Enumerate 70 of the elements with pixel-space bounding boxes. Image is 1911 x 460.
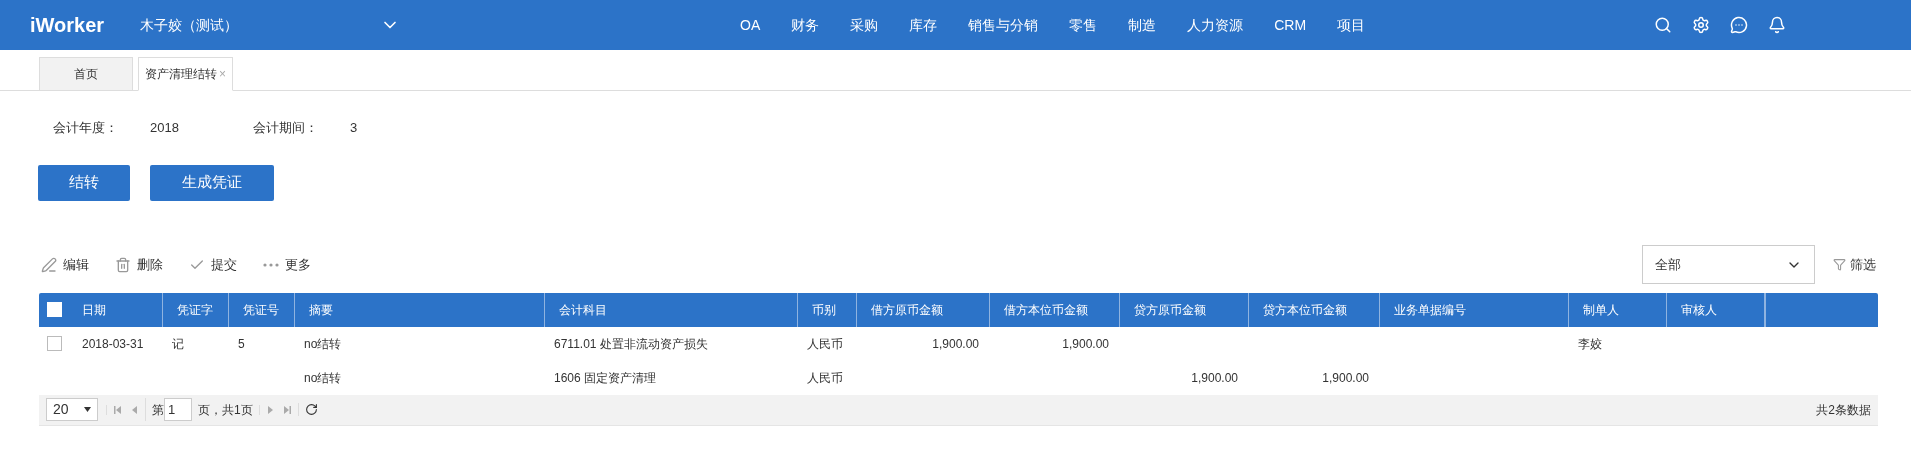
nav-item[interactable]: 财务 (791, 14, 820, 36)
nav-item[interactable]: CRM (1274, 14, 1307, 36)
page-input[interactable]: 1 (164, 398, 192, 421)
nav-item[interactable]: 人力资源 (1187, 14, 1244, 36)
settings-icon[interactable] (1692, 16, 1710, 34)
column-header[interactable]: 凭证字 (177, 300, 213, 319)
checkbox[interactable] (47, 336, 62, 351)
toolbar-button[interactable]: 编辑 (41, 254, 89, 275)
total-count: 共2条数据 (1816, 401, 1871, 419)
toolbar-button[interactable]: 更多 (263, 254, 311, 275)
company-name[interactable]: 木子姣（测试） (140, 14, 380, 36)
table-cell-text: 1,900.00 (1062, 335, 1109, 353)
table-cell-text: 人民币 (807, 335, 843, 353)
table-cell-text: 1,900.00 (932, 335, 979, 353)
chat-icon[interactable] (1730, 16, 1748, 34)
field-label: 会计期间： (253, 119, 319, 137)
filter-icon (1833, 258, 1846, 271)
column-header[interactable]: 会计科目 (559, 300, 607, 319)
toolbar-button[interactable]: 删除 (115, 254, 163, 275)
table-cell-text: 5 (238, 335, 245, 353)
close-icon[interactable]: × (219, 65, 226, 83)
status-select[interactable]: 全部 (1642, 245, 1815, 284)
column-header[interactable]: 制单人 (1583, 300, 1619, 319)
tab[interactable]: 资产清理结转 × (138, 57, 233, 91)
column-header[interactable]: 业务单据编号 (1394, 300, 1466, 319)
app-logo[interactable]: iWorker (30, 10, 140, 40)
nav-item[interactable]: 项目 (1337, 14, 1366, 36)
refresh-icon[interactable] (304, 403, 318, 416)
column-header[interactable]: 贷方本位币金额 (1263, 300, 1347, 319)
search-icon[interactable] (1654, 16, 1672, 34)
field-value: 3 (350, 119, 358, 137)
table-cell-text: 人民币 (807, 369, 843, 387)
pencil-icon (41, 256, 57, 273)
table-cell-text: 1,900.00 (1322, 369, 1369, 387)
table-cell-text: 记 (172, 335, 184, 353)
toolbar-button[interactable]: 提交 (189, 254, 237, 275)
table-cell-text: 2018-03-31 (82, 335, 144, 353)
field-value: 2018 (150, 119, 179, 137)
table-cell-text: 1,900.00 (1191, 369, 1238, 387)
table-cell-text: no结转 (304, 369, 342, 387)
table-cell-text: 6711.01 处置非流动资产损失 (554, 335, 708, 353)
action-button[interactable]: 生成凭证 (150, 164, 274, 201)
column-header[interactable]: 贷方原币金额 (1134, 300, 1206, 319)
page-label: 第 (152, 401, 164, 419)
page-count: 页，共1页 (198, 401, 253, 419)
column-header[interactable]: 摘要 (309, 300, 333, 319)
more-icon (263, 262, 279, 267)
bell-icon[interactable] (1768, 16, 1786, 34)
nav-item[interactable]: 制造 (1128, 14, 1157, 36)
column-header[interactable]: 借方原币金额 (871, 300, 943, 319)
column-header[interactable]: 审核人 (1681, 300, 1717, 319)
action-button[interactable]: 结转 (38, 164, 130, 201)
column-header[interactable]: 日期 (82, 300, 106, 319)
nav-item[interactable]: 库存 (909, 14, 938, 36)
trash-icon (115, 256, 131, 273)
column-header[interactable]: 借方本位币金额 (1004, 300, 1088, 319)
table-cell-text: 李姣 (1578, 335, 1602, 353)
column-header[interactable]: 凭证号 (243, 300, 279, 319)
filter-button[interactable]: 筛选 (1833, 254, 1876, 275)
nav-item[interactable]: 零售 (1069, 14, 1098, 36)
caret-down-icon (84, 407, 91, 412)
column-header[interactable]: 币别 (812, 300, 836, 319)
nav-item[interactable]: 销售与分销 (968, 14, 1039, 36)
field-label: 会计年度： (53, 119, 119, 137)
table-cell-text: 1606 固定资产清理 (554, 369, 657, 387)
nav-item[interactable]: OA (740, 14, 761, 36)
nav-item[interactable]: 采购 (850, 14, 879, 36)
table-cell-text: no结转 (304, 335, 342, 353)
page-size-select[interactable]: 20 (46, 398, 98, 421)
tab[interactable]: 首页 (39, 57, 133, 91)
